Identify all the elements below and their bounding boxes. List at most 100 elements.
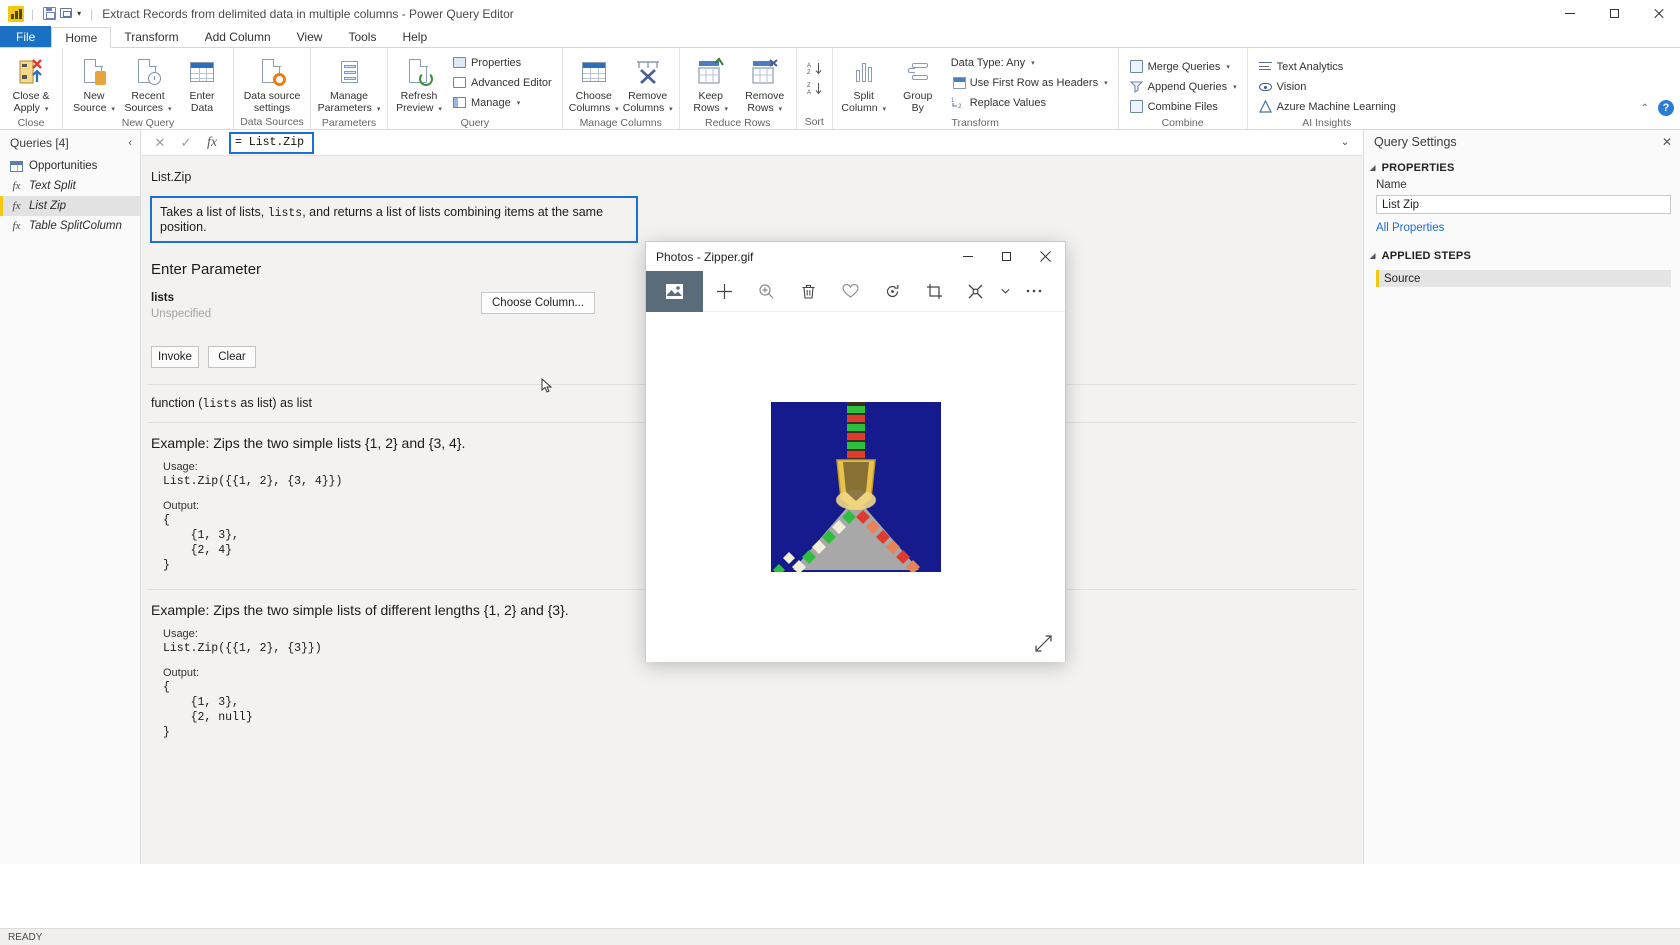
photos-edit-dropdown[interactable] bbox=[997, 271, 1013, 312]
chevron-up-icon[interactable]: ⌃ bbox=[1641, 103, 1649, 114]
applied-steps-section-header[interactable]: ◢ APPLIED STEPS bbox=[1364, 234, 1680, 267]
minimize-button[interactable] bbox=[1548, 0, 1592, 27]
sidebar-item-opportunities[interactable]: Opportunities bbox=[0, 156, 140, 176]
applied-steps-section-label: APPLIED STEPS bbox=[1381, 250, 1471, 262]
azure-machine-learning-button[interactable]: Azure Machine Learning bbox=[1253, 97, 1401, 116]
keep-rows-label: Keep Rows ▾ bbox=[693, 90, 729, 114]
applied-step-source[interactable]: Source bbox=[1376, 270, 1671, 287]
parameter-value[interactable]: Unspecified bbox=[151, 308, 481, 320]
photos-add-button[interactable] bbox=[703, 271, 745, 312]
replace-values-button[interactable]: 12 Replace Values bbox=[946, 93, 1113, 112]
choose-columns-button[interactable]: Choose Columns ▾ bbox=[568, 51, 620, 116]
sort-ascending-button[interactable]: AZ bbox=[802, 59, 827, 78]
formula-accept-icon[interactable]: ✓ bbox=[173, 131, 199, 155]
tab-add-column[interactable]: Add Column bbox=[192, 26, 284, 47]
tab-help[interactable]: Help bbox=[389, 26, 440, 47]
sidebar-item-list-zip[interactable]: fx List Zip bbox=[0, 196, 140, 216]
clear-button[interactable]: Clear bbox=[208, 346, 256, 368]
tab-home[interactable]: Home bbox=[51, 27, 112, 48]
photos-crop-button[interactable] bbox=[913, 271, 955, 312]
photos-expand-button[interactable] bbox=[1035, 635, 1052, 652]
photos-close-button[interactable] bbox=[1026, 242, 1065, 271]
function-icon: fx bbox=[12, 200, 21, 212]
enter-data-icon bbox=[186, 56, 218, 88]
manage-button[interactable]: Manage ▾ bbox=[447, 93, 557, 112]
close-icon[interactable]: ✕ bbox=[1662, 135, 1672, 149]
split-column-button[interactable]: Split Column ▾ bbox=[838, 51, 890, 116]
vision-button[interactable]: Vision bbox=[1253, 77, 1401, 96]
undo-icon[interactable] bbox=[58, 5, 75, 22]
ribbon-group-label-manage-columns: Manage Columns bbox=[579, 117, 662, 129]
ribbon-group-label-reduce-rows: Reduce Rows bbox=[705, 117, 771, 129]
use-first-row-as-headers-button[interactable]: Use First Row as Headers ▾ bbox=[946, 73, 1113, 92]
choose-column-button[interactable]: Choose Column... bbox=[481, 292, 596, 314]
advanced-editor-button[interactable]: Advanced Editor bbox=[447, 73, 557, 92]
formula-cancel-icon[interactable]: ✕ bbox=[147, 131, 173, 155]
remove-rows-button[interactable]: Remove Rows ▾ bbox=[739, 51, 791, 116]
title-separator: | bbox=[31, 6, 35, 21]
close-icon bbox=[1653, 8, 1664, 19]
remove-columns-button[interactable]: Remove Columns ▾ bbox=[622, 51, 674, 116]
photos-image-button[interactable] bbox=[646, 270, 703, 312]
ribbon-group-data-sources: Data source settings Data Sources bbox=[234, 48, 311, 130]
photos-favorite-button[interactable] bbox=[829, 271, 871, 312]
fx-icon[interactable]: fx bbox=[199, 131, 225, 155]
text-analytics-button[interactable]: Text Analytics bbox=[1253, 57, 1401, 76]
keep-rows-icon bbox=[695, 56, 727, 88]
tab-view[interactable]: View bbox=[284, 26, 336, 47]
quick-access-caret-icon[interactable]: ▾ bbox=[77, 9, 81, 18]
parameter-left: lists Unspecified bbox=[151, 292, 481, 320]
chevron-down-icon[interactable]: ⌄ bbox=[1333, 137, 1357, 148]
photos-title-bar: Photos - Zipper.gif bbox=[646, 242, 1065, 271]
tab-tools[interactable]: Tools bbox=[335, 26, 389, 47]
close-and-apply-button[interactable]: Close & Apply ▾ bbox=[5, 51, 57, 116]
enter-data-button[interactable]: Enter Data bbox=[176, 51, 228, 115]
keep-rows-button[interactable]: Keep Rows ▾ bbox=[685, 51, 737, 116]
help-icon[interactable]: ? bbox=[1658, 100, 1674, 116]
tab-transform[interactable]: Transform bbox=[111, 26, 191, 47]
save-icon[interactable] bbox=[41, 5, 58, 22]
data-type-button[interactable]: Data Type: Any ▾ bbox=[946, 53, 1113, 72]
formula-input[interactable]: = List.Zip bbox=[225, 131, 1333, 155]
close-button[interactable] bbox=[1636, 0, 1680, 27]
maximize-button[interactable] bbox=[1592, 0, 1636, 27]
photos-rotate-button[interactable] bbox=[871, 271, 913, 312]
ribbon-group-combine: Merge Queries ▾ Append Queries ▾ Combine… bbox=[1119, 48, 1248, 130]
refresh-preview-button[interactable]: Refresh Preview ▾ bbox=[393, 51, 445, 116]
tab-file[interactable]: File bbox=[0, 26, 52, 47]
combine-files-button[interactable]: Combine Files bbox=[1124, 97, 1242, 116]
photos-minimize-button[interactable] bbox=[948, 242, 987, 271]
group-by-button[interactable]: Group By bbox=[892, 51, 944, 115]
ribbon-group-label-transform: Transform bbox=[951, 117, 999, 129]
recent-sources-button[interactable]: Recent Sources ▾ bbox=[122, 51, 174, 116]
append-queries-button[interactable]: Append Queries ▾ bbox=[1124, 77, 1242, 96]
chevron-down-icon: ▾ bbox=[438, 105, 442, 113]
photos-delete-button[interactable] bbox=[787, 271, 829, 312]
photos-maximize-button[interactable] bbox=[987, 242, 1026, 271]
crop-icon bbox=[926, 283, 942, 299]
signature-param-mono: lists bbox=[202, 398, 237, 411]
description-param-mono: lists bbox=[267, 207, 303, 220]
properties-button[interactable]: Properties bbox=[447, 53, 557, 72]
sidebar-item-text-split[interactable]: fx Text Split bbox=[0, 176, 140, 196]
name-input[interactable]: List Zip bbox=[1376, 195, 1671, 214]
sort-descending-button[interactable]: ZA bbox=[802, 79, 827, 98]
photos-zoom-button[interactable] bbox=[745, 271, 787, 312]
photos-edit-button[interactable] bbox=[955, 271, 997, 312]
properties-section-header[interactable]: ◢ PROPERTIES bbox=[1364, 154, 1680, 179]
chevron-left-icon[interactable]: ‹ bbox=[128, 137, 132, 149]
combine-files-icon bbox=[1129, 99, 1144, 114]
invoke-button[interactable]: Invoke bbox=[151, 346, 199, 368]
output-code: { {1, 3}, {2, null} } bbox=[163, 681, 253, 739]
merge-queries-button[interactable]: Merge Queries ▾ bbox=[1124, 57, 1242, 76]
data-source-settings-button[interactable]: Data source settings bbox=[239, 51, 305, 115]
photos-canvas bbox=[646, 312, 1065, 662]
new-source-button[interactable]: New Source ▾ bbox=[68, 51, 120, 116]
plus-icon bbox=[716, 283, 732, 299]
chevron-down-icon: ▾ bbox=[669, 105, 673, 113]
chevron-down-icon: ▾ bbox=[44, 105, 49, 113]
photos-more-button[interactable] bbox=[1013, 271, 1055, 312]
manage-parameters-button[interactable]: Manage Parameters ▾ bbox=[316, 51, 382, 116]
sidebar-item-table-splitcolumn[interactable]: fx Table SplitColumn bbox=[0, 216, 140, 236]
all-properties-link[interactable]: All Properties bbox=[1364, 222, 1680, 234]
